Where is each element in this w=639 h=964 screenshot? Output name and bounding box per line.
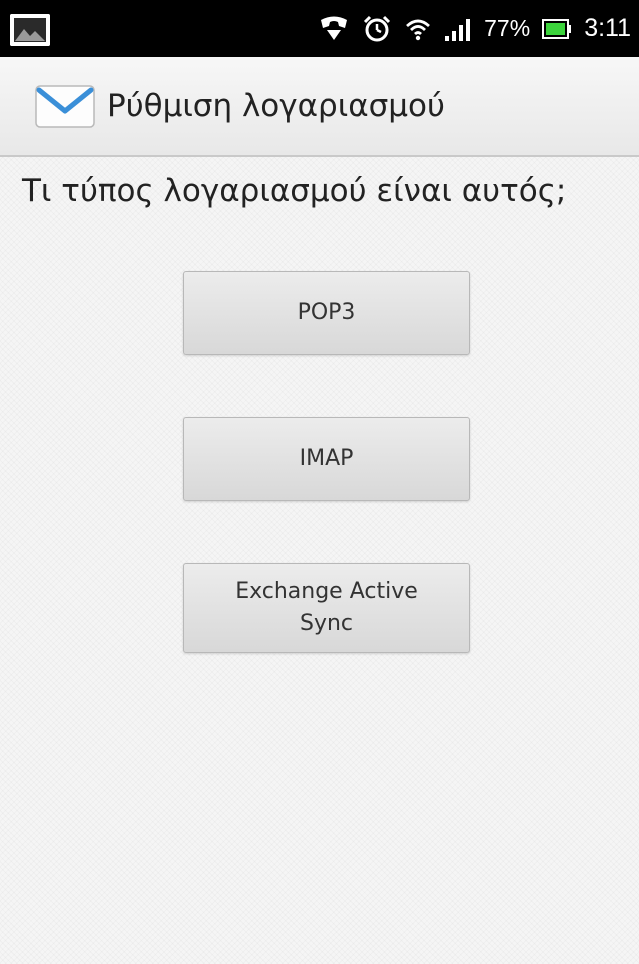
call-notification-icon <box>318 15 350 43</box>
signal-icon <box>444 16 472 42</box>
status-icons: 77% 3:11 <box>318 0 631 57</box>
action-bar: Ρύθμιση λογαριασμού <box>0 57 639 157</box>
clock-time: 3:11 <box>584 14 631 42</box>
battery-icon <box>542 18 572 39</box>
alarm-icon <box>362 14 392 44</box>
pop3-button-label: POP3 <box>297 300 356 325</box>
imap-button[interactable]: IMAP <box>183 417 470 501</box>
email-envelope-icon[interactable] <box>35 83 95 129</box>
pop3-button[interactable]: POP3 <box>183 271 470 355</box>
photo-notification-icon <box>10 14 50 46</box>
imap-button-label: IMAP <box>299 446 354 471</box>
exchange-active-sync-button-label: Exchange Active Sync <box>235 579 418 636</box>
page-title: Ρύθμιση λογαριασμού <box>107 88 445 124</box>
account-type-screen: Τι τύπος λογαριασμού είναι αυτός; POP3 I… <box>0 157 639 964</box>
battery-percent: 77% <box>484 15 531 41</box>
exchange-active-sync-button[interactable]: Exchange Active Sync <box>183 563 470 653</box>
status-bar: 77% 3:11 <box>0 0 639 57</box>
wifi-icon <box>404 15 432 43</box>
account-type-question: Τι τύπος λογαριασμού είναι αυτός; <box>22 173 567 209</box>
